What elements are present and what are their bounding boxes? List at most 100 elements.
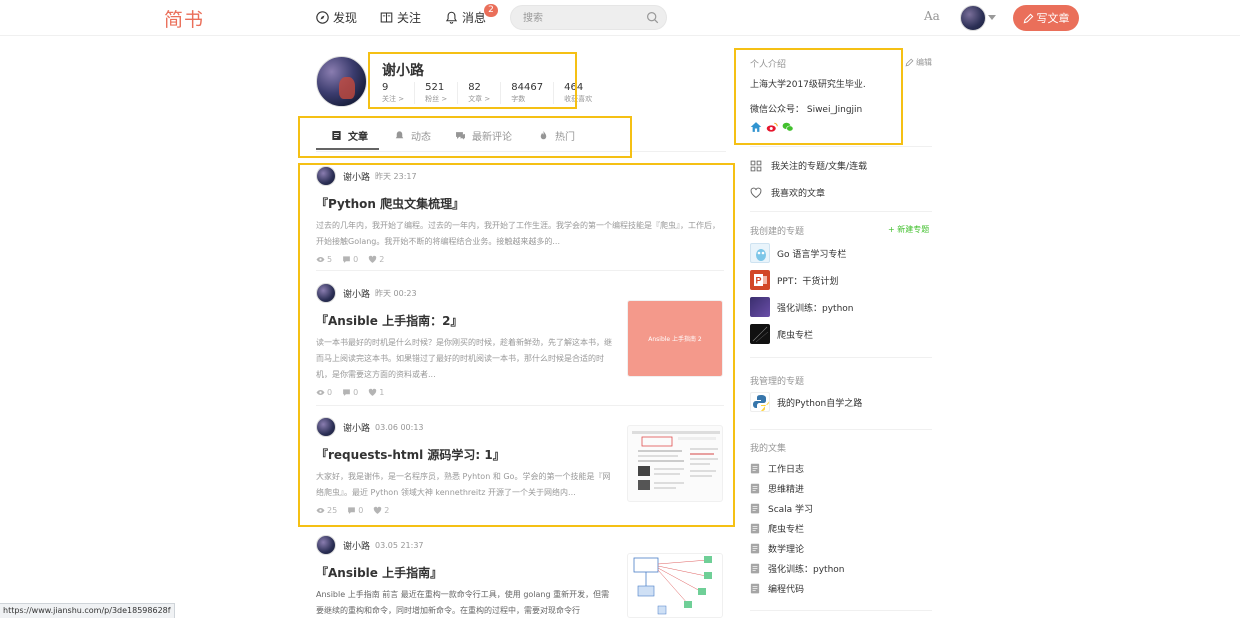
edit-intro-button[interactable]: 编辑 [905, 57, 932, 68]
article-title[interactable]: 『Ansible 上手指南：2』 [316, 312, 616, 329]
new-topic-button[interactable]: + 新建专题 [888, 224, 929, 235]
article-title[interactable]: 『requests-html 源码学习: 1』 [316, 446, 616, 463]
author-name[interactable]: 谢小路 [343, 170, 370, 183]
collection-item[interactable]: 爬虫专栏 [750, 324, 813, 344]
comment-count[interactable]: 0 [342, 388, 358, 397]
view-count-value: 0 [327, 388, 333, 397]
like-count-value: 2 [384, 506, 390, 515]
jianshu-logo[interactable]: 简书 [164, 5, 204, 32]
notebook-icon [750, 503, 760, 514]
notebooks-heading: 我的文集 [750, 444, 787, 454]
comment-icon [343, 389, 350, 396]
view-count[interactable]: 0 [316, 388, 332, 397]
author-avatar[interactable] [316, 535, 336, 555]
collection-item[interactable]: 强化训练：python [750, 297, 853, 317]
nav-follow[interactable]: 关注 [380, 9, 421, 26]
stat-label: 字数 [511, 95, 526, 103]
publish-time: 03.06 00:13 [375, 422, 424, 432]
view-count[interactable]: 5 [316, 255, 332, 264]
article-meta: 谢小路 03.05 21:37 [316, 535, 616, 555]
article-title[interactable]: 『Ansible 上手指南』 [316, 564, 616, 581]
author-avatar[interactable] [316, 166, 336, 186]
notebook-item[interactable]: 强化训练：python [750, 562, 844, 575]
article-divider [316, 525, 724, 526]
user-avatar-menu[interactable] [960, 5, 986, 31]
sidebar-link-subscriptions[interactable]: 我关注的专题/文集/连载 [750, 159, 867, 172]
notebook-icon [750, 543, 760, 554]
article-counts: 0 0 1 [316, 388, 616, 397]
heart-icon [368, 388, 377, 396]
comment-icon [343, 256, 350, 263]
profile-name[interactable]: 谢小路 [382, 60, 424, 80]
sidebar-link-liked[interactable]: 我喜欢的文章 [750, 186, 825, 199]
comment-count[interactable]: 0 [347, 506, 363, 515]
python-logo-icon [750, 392, 770, 412]
nav-messages[interactable]: 消息 2 [445, 4, 498, 26]
collection-item[interactable]: P PPT：干货计划 [750, 270, 838, 290]
article-item: 谢小路 昨天 23:17 『Python 爬虫文集梳理』 过去的几年内，我开始了… [316, 166, 724, 264]
stat-articles[interactable]: 82 文章 > [468, 82, 502, 104]
write-article-label: 写文章 [1036, 13, 1070, 25]
messages-badge: 2 [484, 4, 498, 17]
view-count-value: 25 [327, 506, 338, 515]
sidebar-link-label: 我喜欢的文章 [771, 189, 826, 199]
nav-discover[interactable]: 发现 [316, 9, 357, 26]
article-divider [316, 270, 724, 271]
author-name[interactable]: 谢小路 [343, 287, 370, 300]
search-input[interactable] [523, 9, 643, 27]
profile-stats: 9 关注 > 521 粉丝 > 82 文章 > 84467 字数 464 收获喜… [382, 82, 612, 104]
wechat-icon[interactable] [782, 121, 794, 133]
collection-item[interactable]: Go 语言学习专栏 [750, 243, 846, 263]
notebook-item[interactable]: Scala 学习 [750, 502, 813, 515]
svg-text:P: P [756, 276, 762, 286]
article-thumbnail[interactable]: Ansible 上手指南 2 [627, 300, 723, 377]
notebook-item[interactable]: 爬虫专栏 [750, 522, 804, 535]
author-name[interactable]: 谢小路 [343, 539, 370, 552]
stat-following[interactable]: 9 关注 > [382, 82, 416, 104]
stat-label: 文章 > [468, 95, 491, 103]
created-topics-heading: 我创建的专题 [750, 227, 805, 237]
tab-articles[interactable]: 文章 [331, 128, 368, 143]
collection-item[interactable]: 我的Python自学之路 [750, 392, 862, 412]
sidebar-divider [750, 211, 932, 212]
spider-cover-icon [750, 324, 770, 344]
tab-activity[interactable]: 动态 [394, 128, 431, 143]
article-thumbnail[interactable] [627, 425, 723, 502]
nav-messages-label: 消息 [462, 11, 487, 25]
notebook-item[interactable]: 数学理论 [750, 542, 804, 555]
comment-count-value: 0 [358, 506, 364, 515]
author-avatar[interactable] [316, 417, 336, 437]
article-title[interactable]: 『Python 爬虫文集梳理』 [316, 195, 724, 212]
sidebar-divider [750, 146, 932, 147]
bell-icon [395, 131, 404, 139]
weibo-icon[interactable] [766, 121, 778, 133]
author-name[interactable]: 谢小路 [343, 421, 370, 434]
stat-followers[interactable]: 521 粉丝 > [425, 82, 459, 104]
tab-hot[interactable]: 热门 [538, 128, 575, 143]
tab-latest-comments[interactable]: 最新评论 [455, 128, 512, 143]
author-avatar[interactable] [316, 283, 336, 303]
search-icon[interactable] [646, 11, 659, 24]
profile-avatar[interactable] [316, 56, 367, 107]
comment-count-value: 0 [353, 255, 359, 264]
tab-label: 热门 [555, 132, 575, 143]
comment-count[interactable]: 0 [342, 255, 358, 264]
home-icon[interactable] [750, 121, 762, 133]
article-abstract: 大家好，我是谢伟，是一名程序员，熟悉 Pyhton 和 Go。学会的第一个技能是… [316, 472, 611, 497]
notebook-item[interactable]: 思维精进 [750, 482, 804, 495]
tabs-divider [316, 151, 726, 152]
view-count[interactable]: 25 [316, 506, 337, 515]
write-article-button[interactable]: 写文章 [1013, 5, 1079, 31]
article-abstract: Ansible 上手指南 前言 最近在重构一款命令行工具，使用 golang 重… [316, 590, 610, 615]
article-abstract: 过去的几年内，我开始了编程。过去的一年内，我开始了工作生涯。我学会的第一个编程技… [316, 221, 720, 246]
article-thumbnail[interactable] [627, 553, 723, 618]
heart-icon [750, 187, 762, 198]
chevron-down-icon[interactable] [988, 15, 996, 20]
notebook-item[interactable]: 工作日志 [750, 462, 804, 475]
article-item: 谢小路 昨天 00:23 『Ansible 上手指南：2』 读一本书最好的时机是… [316, 283, 616, 397]
notebook-item[interactable]: 编程代码 [750, 582, 804, 595]
stat-label: 粉丝 > [425, 95, 448, 103]
font-size-toggle[interactable]: Aa [924, 9, 940, 23]
intro-heading: 个人介绍 [750, 60, 787, 70]
stat-words: 84467 字数 [511, 82, 555, 104]
